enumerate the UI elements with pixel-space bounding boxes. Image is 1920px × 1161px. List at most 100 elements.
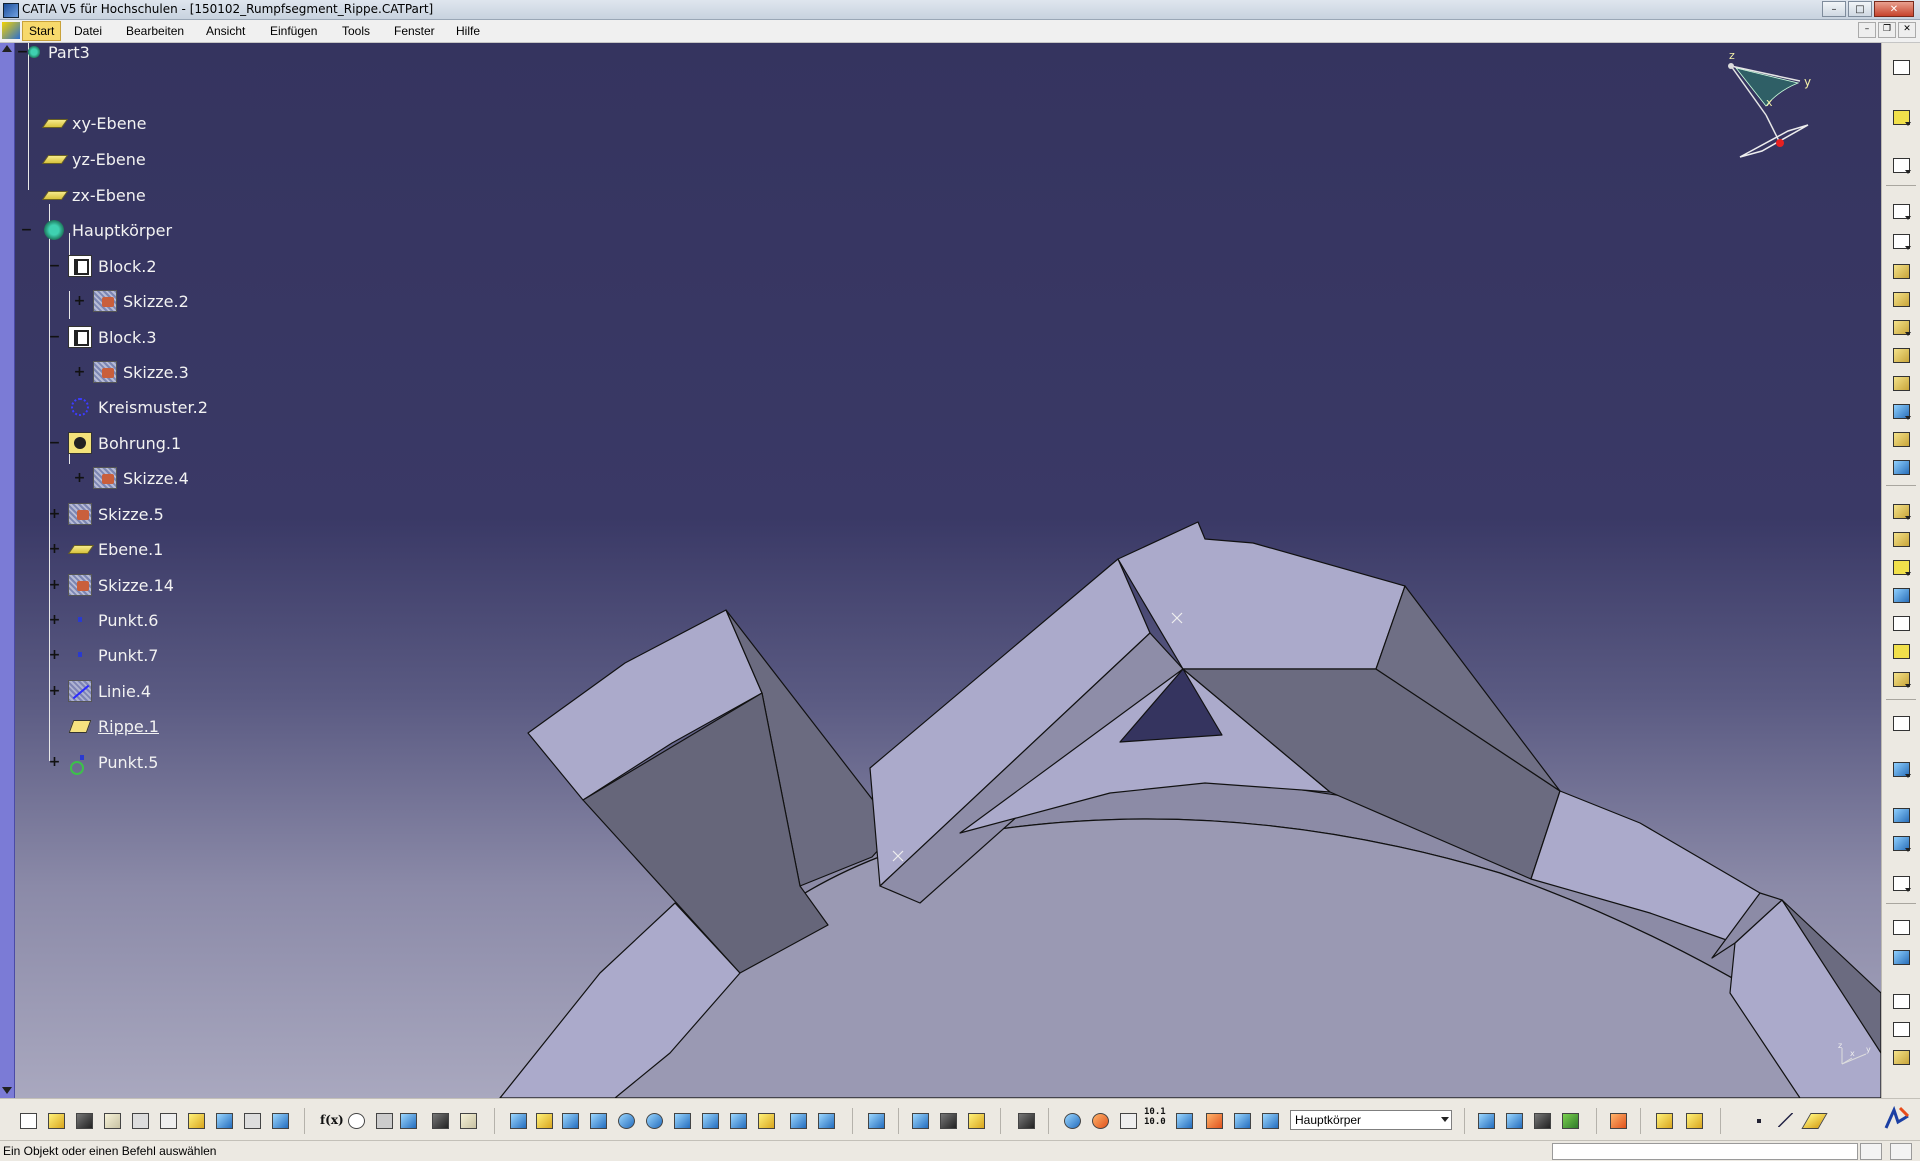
zoom-in-icon[interactable] <box>616 1111 636 1131</box>
compass-icon[interactable]: z y x <box>1718 51 1818 166</box>
capture-camera-icon[interactable] <box>1016 1111 1036 1131</box>
axis-system-tool-icon[interactable] <box>1890 947 1912 967</box>
scroll-up-arrow-icon[interactable] <box>2 45 12 52</box>
tree-item-punkt-5[interactable]: + Punkt.5 <box>49 750 158 775</box>
menu-hilfe[interactable]: Hilfe <box>450 23 486 39</box>
paste-icon[interactable] <box>186 1111 206 1131</box>
measure-inertia-icon[interactable] <box>458 1111 478 1131</box>
apply-dress-up-icon[interactable] <box>1476 1111 1496 1131</box>
doc-close-button[interactable]: ✕ <box>1898 22 1916 38</box>
axis-system-icon[interactable] <box>910 1111 930 1131</box>
cut-icon[interactable] <box>130 1111 150 1131</box>
sketch-button-icon[interactable] <box>1890 155 1912 175</box>
tree-item-bohrung-1[interactable]: − Bohrung.1 <box>49 431 181 455</box>
collapse-icon[interactable]: − <box>48 259 61 273</box>
tree-item-block-2[interactable]: − Block.2 <box>49 254 157 278</box>
pan-icon[interactable] <box>560 1111 580 1131</box>
redo-icon[interactable] <box>242 1111 262 1131</box>
menu-tools[interactable]: Tools <box>336 23 376 39</box>
user-feature-icon[interactable] <box>1608 1111 1628 1131</box>
tree-item-punkt-7[interactable]: + Punkt.7 <box>49 643 159 667</box>
design-table-icon[interactable] <box>398 1111 418 1131</box>
copy-icon[interactable] <box>158 1111 178 1131</box>
tree-item-yz-ebene[interactable]: yz-Ebene <box>42 147 146 171</box>
pad-tool-icon[interactable] <box>1890 201 1912 221</box>
expand-icon[interactable]: + <box>48 684 61 698</box>
plane-tool-icon-bottom[interactable] <box>1801 1111 1828 1131</box>
chevron-down-icon[interactable] <box>1441 1117 1449 1122</box>
rib-tool-icon[interactable] <box>1890 345 1912 365</box>
menu-datei[interactable]: Datei <box>68 23 108 39</box>
maximize-button[interactable]: □ <box>1848 1 1872 17</box>
hand-pan-icon[interactable] <box>1090 1111 1110 1131</box>
text-annotation-tool-icon[interactable] <box>1890 991 1912 1011</box>
scan-or-define-in-work-object-icon[interactable] <box>1232 1111 1252 1131</box>
slot-tool-icon[interactable] <box>1890 373 1912 393</box>
remove-loft-tool-icon[interactable] <box>1890 457 1912 477</box>
rib-part-geometry[interactable] <box>0 43 1881 1098</box>
rectangular-pattern-tool-icon[interactable] <box>1890 833 1912 853</box>
new-document-icon[interactable] <box>18 1111 38 1131</box>
tree-item-zx-ebene[interactable]: zx-Ebene <box>42 183 146 207</box>
expand-icon[interactable]: + <box>48 755 61 769</box>
boolean-tool-icon[interactable] <box>1890 713 1912 733</box>
fillet-tool-icon[interactable] <box>1890 501 1912 521</box>
expand-icon[interactable]: + <box>48 507 61 521</box>
doc-minimize-button[interactable]: – <box>1858 22 1876 38</box>
expand-icon[interactable]: + <box>48 578 61 592</box>
fly-mode-icon[interactable] <box>508 1111 528 1131</box>
point-tool-icon[interactable] <box>1750 1111 1770 1131</box>
groove-tool-icon[interactable] <box>1890 289 1912 309</box>
tree-item-skizze-2[interactable]: + Skizze.2 <box>74 289 189 313</box>
expand-icon[interactable]: + <box>48 542 61 556</box>
insert-body-icon[interactable] <box>1504 1111 1524 1131</box>
tree-item-block-3[interactable]: − Block.3 <box>49 325 157 349</box>
knowledge-comment-icon[interactable] <box>346 1111 366 1131</box>
3d-viewport[interactable] <box>0 43 1881 1098</box>
tree-root[interactable]: − Part3 <box>17 40 90 64</box>
flag-note-tool-icon[interactable] <box>1890 1019 1912 1039</box>
minimize-button[interactable]: – <box>1822 1 1846 17</box>
photo-studio-icon[interactable] <box>1532 1111 1552 1131</box>
tree-item-skizze-3[interactable]: + Skizze.3 <box>74 360 189 384</box>
tree-item-skizze-5[interactable]: + Skizze.5 <box>49 502 164 526</box>
wireframe-layer-icon[interactable] <box>1654 1111 1674 1131</box>
iso-view-icon[interactable] <box>728 1111 748 1131</box>
catalog-browser-icon[interactable] <box>430 1111 450 1131</box>
open-folder-icon[interactable] <box>46 1111 66 1131</box>
command-input[interactable] <box>1552 1143 1858 1160</box>
mirror-tool-icon[interactable] <box>1890 805 1912 825</box>
zoom-out-icon[interactable] <box>644 1111 664 1131</box>
multi-view-icon[interactable] <box>700 1111 720 1131</box>
thread-tool-icon[interactable] <box>1890 641 1912 661</box>
status-button-right[interactable] <box>1890 1143 1912 1160</box>
collapse-icon[interactable]: − <box>48 436 61 450</box>
tree-item-rippe-1[interactable]: Rippe.1 <box>68 714 159 738</box>
scroll-down-arrow-icon[interactable] <box>2 1087 12 1094</box>
properties-icon[interactable] <box>1174 1111 1194 1131</box>
color-material-icon[interactable] <box>1560 1111 1580 1131</box>
hide-show-icon[interactable] <box>788 1111 808 1131</box>
print-icon[interactable] <box>102 1111 122 1131</box>
loft-tool-icon[interactable] <box>1890 429 1912 449</box>
stiffener-tool-icon[interactable] <box>1890 401 1912 421</box>
collapse-icon[interactable]: − <box>20 223 33 237</box>
swap-visible-space-icon[interactable] <box>816 1111 836 1131</box>
tree-item-skizze-14[interactable]: + Skizze.14 <box>49 573 174 597</box>
tree-item-linie-4[interactable]: + Linie.4 <box>49 679 151 703</box>
render-style-icon[interactable] <box>938 1111 958 1131</box>
select-arrow-icon[interactable] <box>1890 107 1912 127</box>
hole-tool-icon[interactable] <box>1890 317 1912 337</box>
menu-start[interactable]: Start <box>22 21 62 41</box>
tree-scroll-strip[interactable] <box>0 43 15 1098</box>
menu-ansicht[interactable]: Ansicht <box>200 23 251 39</box>
shaft-tool-icon[interactable] <box>1890 261 1912 281</box>
tree-item-ebene-1[interactable]: + Ebene.1 <box>49 537 164 561</box>
pocket-tool-icon[interactable] <box>1890 231 1912 251</box>
status-button-left[interactable] <box>1860 1143 1882 1160</box>
expand-icon[interactable]: + <box>48 613 61 627</box>
knowledge-light-icon[interactable] <box>374 1111 394 1131</box>
menu-einfuegen[interactable]: Einfügen <box>264 23 323 39</box>
formula-icon[interactable]: f(x) <box>318 1111 344 1131</box>
sketcher-tool-icon[interactable] <box>1890 57 1912 77</box>
